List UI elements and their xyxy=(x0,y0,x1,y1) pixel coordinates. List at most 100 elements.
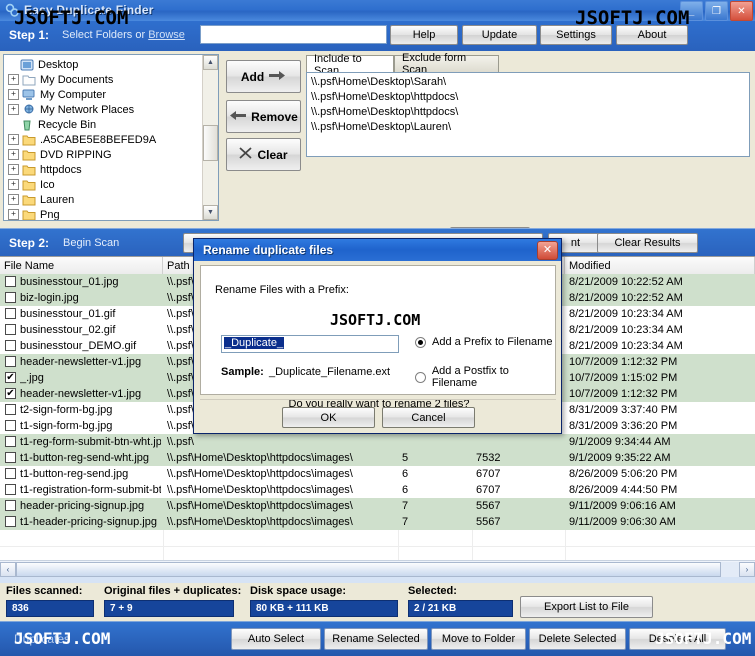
documents-icon xyxy=(22,74,36,86)
row-checkbox[interactable] xyxy=(5,308,16,319)
tree-expander-icon[interactable]: + xyxy=(8,164,19,175)
update-button[interactable]: Update xyxy=(462,25,537,45)
row-checkbox[interactable]: ✔ xyxy=(5,372,16,383)
cell-file-size: 5567 xyxy=(476,500,501,512)
tree-item-my-computer[interactable]: + My Computer xyxy=(6,87,203,102)
folder-path-input[interactable] xyxy=(200,25,387,44)
tree-item-png[interactable]: + Png xyxy=(6,207,203,220)
scroll-left-icon[interactable]: ‹ xyxy=(0,561,16,577)
cell-file-name: t1-button-reg-send.jpg xyxy=(20,468,129,480)
tree-expander-icon[interactable]: + xyxy=(8,149,19,160)
tree-item-my-network-places[interactable]: + My Network Places xyxy=(6,102,203,117)
folder-icon xyxy=(22,209,36,220)
footer-bar: Duplicates Auto Select Rename Selected M… xyxy=(0,621,755,656)
table-row[interactable]: t1-button-reg-send-wht.jpg \\.psf\Home\De… xyxy=(0,450,755,466)
tree-expander-icon[interactable]: + xyxy=(8,134,19,145)
scrollbar-thumb[interactable] xyxy=(203,125,218,161)
table-row[interactable]: t1-header-pricing-signup.jpg \\.psf\Home\… xyxy=(0,514,755,530)
remove-button[interactable]: Remove xyxy=(226,100,301,133)
row-checkbox[interactable] xyxy=(5,340,16,351)
row-checkbox[interactable] xyxy=(5,468,16,479)
deselect-all-button[interactable]: Deselect All xyxy=(629,628,726,650)
minimize-button[interactable]: _ xyxy=(680,1,703,21)
scan-path-item[interactable]: \\.psf\Home\Desktop\Sarah\ xyxy=(311,76,745,91)
dialog-cancel-button[interactable]: Cancel xyxy=(382,407,475,428)
clear-results-button[interactable]: Clear Results xyxy=(597,233,698,253)
row-checkbox[interactable] xyxy=(5,356,16,367)
option-add-prefix[interactable]: Add a Prefix to Filename xyxy=(415,336,552,348)
add-button[interactable]: Add xyxy=(226,60,301,93)
remove-button-label: Remove xyxy=(251,109,298,124)
scroll-up-icon[interactable]: ▲ xyxy=(203,55,218,70)
auto-select-button[interactable]: Auto Select xyxy=(231,628,321,650)
scroll-right-icon[interactable]: › xyxy=(739,561,755,577)
row-checkbox[interactable] xyxy=(5,516,16,527)
table-row[interactable]: t1-registration-form-submit-btn... \\.psf… xyxy=(0,482,755,498)
scan-path-item[interactable]: \\.psf\Home\Desktop\httpdocs\ xyxy=(311,106,745,121)
tab-include-to-scan[interactable]: Include to Scan xyxy=(306,53,394,77)
row-checkbox[interactable] xyxy=(5,436,16,447)
column-header-file-name[interactable]: File Name xyxy=(0,257,163,274)
sample-label: Sample: xyxy=(221,366,264,378)
row-checkbox[interactable]: ✔ xyxy=(5,388,16,399)
cell-modified-date: 10/7/2009 1:15:02 PM xyxy=(569,372,678,384)
delete-selected-button[interactable]: Delete Selected xyxy=(529,628,626,650)
row-checkbox[interactable] xyxy=(5,500,16,511)
column-header-modified[interactable]: Modified xyxy=(565,257,755,274)
scan-path-list[interactable]: \\.psf\Home\Desktop\Sarah\ \\.psf\Home\De… xyxy=(306,72,750,157)
maximize-button[interactable]: ❐ xyxy=(705,1,728,21)
scan-path-item[interactable]: \\.psf\Home\Desktop\Lauren\ xyxy=(311,121,745,136)
row-checkbox[interactable] xyxy=(5,420,16,431)
scrollbar-track[interactable] xyxy=(16,561,739,577)
row-checkbox[interactable] xyxy=(5,484,16,495)
arrow-left-icon xyxy=(229,110,247,124)
tree-item-lauren[interactable]: + Lauren xyxy=(6,192,203,207)
close-button[interactable]: ✕ xyxy=(730,1,753,21)
configuration-panel: Desktop + My Documents + My Computer + My Net… xyxy=(0,51,755,278)
move-to-folder-button[interactable]: Move to Folder xyxy=(431,628,526,650)
browse-link[interactable]: Browse xyxy=(148,29,185,41)
tree-item-label: .A5CABE5E8BEFED9A xyxy=(40,133,157,146)
tree-expander-icon[interactable]: + xyxy=(8,89,19,100)
tree-item-ico[interactable]: + Ico xyxy=(6,177,203,192)
table-row[interactable]: t1-reg-form-submit-btn-wht.jpg \\.psf\ 9/1… xyxy=(0,434,755,450)
tree-item-desktop[interactable]: Desktop xyxy=(6,57,203,72)
tree-expander-icon[interactable]: + xyxy=(8,74,19,85)
row-checkbox[interactable] xyxy=(5,404,16,415)
radio-prefix-icon[interactable] xyxy=(415,336,426,348)
tree-expander-icon[interactable]: + xyxy=(8,104,19,115)
export-list-button[interactable]: Export List to File xyxy=(520,596,653,618)
tree-item-recycle-bin[interactable]: Recycle Bin xyxy=(6,117,203,132)
settings-button[interactable]: Settings xyxy=(540,25,612,45)
dialog-ok-button[interactable]: OK xyxy=(282,407,375,428)
folder-tree[interactable]: Desktop + My Documents + My Computer + My Net… xyxy=(3,54,219,221)
scrollbar-thumb[interactable] xyxy=(16,561,721,577)
tree-item-httpdocs[interactable]: + httpdocs xyxy=(6,162,203,177)
table-row[interactable]: header-pricing-signup.jpg \\.psf\Home\Des… xyxy=(0,498,755,514)
tree-expander-icon[interactable]: + xyxy=(8,194,19,205)
about-button[interactable]: About xyxy=(616,25,688,45)
row-checkbox[interactable] xyxy=(5,276,16,287)
tree-expander-icon[interactable]: + xyxy=(8,179,19,190)
step1-sub-text: Select Folders or xyxy=(62,29,149,41)
row-checkbox[interactable] xyxy=(5,292,16,303)
tree-item-dvd-ripping[interactable]: + DVD RIPPING xyxy=(6,147,203,162)
tree-expander-icon[interactable]: + xyxy=(8,209,19,220)
prefix-input[interactable]: _Duplicate_ xyxy=(221,335,399,353)
rename-selected-button[interactable]: Rename Selected xyxy=(324,628,428,650)
tree-item-a5cabe5e8befed9a[interactable]: + .A5CABE5E8BEFED9A xyxy=(6,132,203,147)
clear-button[interactable]: Clear xyxy=(226,138,301,171)
scroll-down-icon[interactable]: ▼ xyxy=(203,205,218,220)
row-checkbox[interactable] xyxy=(5,452,16,463)
help-button[interactable]: Help xyxy=(390,25,458,45)
tree-scrollbar[interactable]: ▲ ▼ xyxy=(202,55,218,220)
tree-item-my-documents[interactable]: + My Documents xyxy=(6,72,203,87)
horizontal-scrollbar[interactable]: ‹ › xyxy=(0,560,755,577)
dialog-close-icon[interactable]: ✕ xyxy=(537,241,558,260)
tab-exclude-from-scan[interactable]: Exclude form Scan xyxy=(394,52,499,76)
option-add-postfix[interactable]: Add a Postfix to Filename xyxy=(415,365,555,389)
table-row[interactable]: t1-button-reg-send.jpg \\.psf\Home\Deskto… xyxy=(0,466,755,482)
scan-path-item[interactable]: \\.psf\Home\Desktop\httpdocs\ xyxy=(311,91,745,106)
row-checkbox[interactable] xyxy=(5,324,16,335)
radio-postfix-icon[interactable] xyxy=(415,371,426,383)
